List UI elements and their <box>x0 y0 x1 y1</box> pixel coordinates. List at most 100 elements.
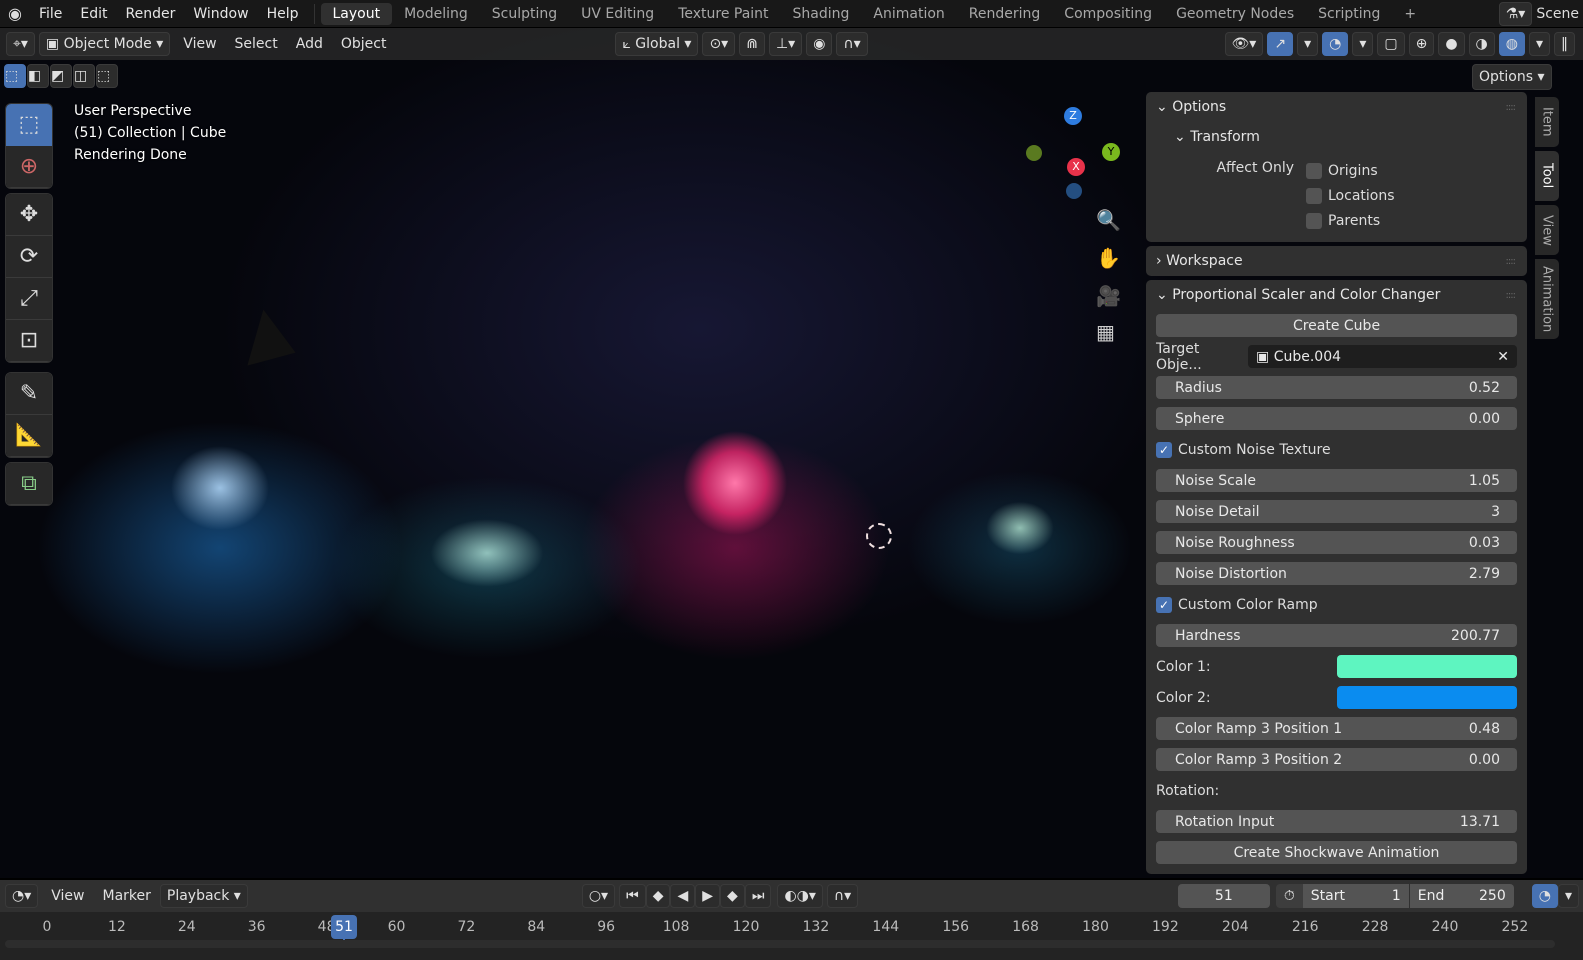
shading-wireframe-icon[interactable]: ⊕ <box>1408 32 1435 56</box>
select-subtract-icon[interactable]: ◩ <box>50 64 72 88</box>
overlay-dropdown[interactable]: ▾ <box>1352 32 1374 56</box>
noise-detail-field[interactable]: Noise Detail 3 <box>1156 500 1517 523</box>
move-icon[interactable]: ✥ <box>6 194 52 236</box>
jump-end-icon[interactable]: ⏭ <box>744 884 772 908</box>
navigation-gizmo[interactable]: Z Y X <box>1026 105 1125 200</box>
select-intersect-icon[interactable]: ⬚ <box>96 64 118 88</box>
noise-distortion-field[interactable]: Noise Distortion 2.79 <box>1156 562 1517 585</box>
tab-view[interactable]: View <box>1535 205 1559 255</box>
proportional-edit-icon[interactable]: ◉ <box>806 32 833 56</box>
tab-tool[interactable]: Tool <box>1535 151 1559 201</box>
noise-roughness-field[interactable]: Noise Roughness 0.03 <box>1156 531 1517 554</box>
tab-sculpting[interactable]: Sculpting <box>480 3 569 25</box>
sphere-field[interactable]: Sphere 0.00 <box>1156 407 1517 430</box>
snap-icon[interactable]: ⋒ <box>739 32 765 56</box>
select-extend-icon[interactable]: ◧ <box>27 64 49 88</box>
next-keyframe-icon[interactable]: ◆ <box>720 884 745 908</box>
timeline-ruler[interactable]: 0 12 24 36 48 60 72 84 96 108 120 132 144 156 168 180 19… <box>0 912 1583 960</box>
tab-modeling[interactable]: Modeling <box>392 3 480 25</box>
scene-name[interactable]: Scene <box>1536 6 1583 22</box>
clear-x-icon[interactable]: ✕ <box>1497 349 1509 365</box>
tab-texture-paint[interactable]: Texture Paint <box>666 3 780 25</box>
auto-keying-icon[interactable]: ○▾ <box>581 884 616 908</box>
noise-scale-field[interactable]: Noise Scale 1.05 <box>1156 469 1517 492</box>
pause-render-icon[interactable]: ‖ <box>1554 32 1575 56</box>
scene-selector-icon[interactable]: ⚗▾ <box>1498 1 1533 26</box>
select-new-icon[interactable]: ⬚ <box>4 64 26 88</box>
custom-noise-checkbox[interactable]: ✓ Custom Noise Texture <box>1146 434 1527 465</box>
tab-compositing[interactable]: Compositing <box>1052 3 1164 25</box>
visibility-icon[interactable]: 👁▾ <box>1224 32 1264 56</box>
tab-geometry-nodes[interactable]: Geometry Nodes <box>1164 3 1306 25</box>
tab-uv-editing[interactable]: UV Editing <box>569 3 666 25</box>
tab-animation[interactable]: Animation <box>861 3 956 25</box>
tab-shading[interactable]: Shading <box>781 3 862 25</box>
shading-solid-icon[interactable]: ● <box>1438 32 1465 56</box>
checkbox[interactable] <box>1306 162 1322 179</box>
create-cube-button[interactable]: Create Cube <box>1156 314 1517 337</box>
timeline-scrollbar[interactable] <box>5 940 1555 948</box>
gizmo-dropdown[interactable]: ▾ <box>1297 32 1319 56</box>
snapping-icon[interactable]: ∩▾ <box>826 884 859 908</box>
select-invert-icon[interactable]: ◫ <box>73 64 95 88</box>
origins-checkbox[interactable]: Origins <box>1306 158 1395 183</box>
menu-file[interactable]: File <box>30 6 71 22</box>
overlay-toggle-icon[interactable]: ◔ <box>1322 32 1349 56</box>
camera-view-icon[interactable]: 🎥 <box>1096 284 1121 308</box>
tab-layout[interactable]: Layout <box>320 2 393 25</box>
menu-add[interactable]: Add <box>287 36 332 52</box>
jump-start-icon[interactable]: ⏮ <box>619 884 646 908</box>
tab-scripting[interactable]: Scripting <box>1306 3 1392 25</box>
shading-dropdown[interactable]: ▾ <box>1528 32 1550 56</box>
cursor-icon[interactable]: ⊕ <box>6 146 52 188</box>
timeline-overlay-dropdown[interactable]: ▾ <box>1557 884 1579 908</box>
color1-swatch[interactable] <box>1337 655 1517 678</box>
menu-object[interactable]: Object <box>332 36 396 52</box>
axis-y[interactable]: Y <box>1102 143 1120 161</box>
rotation-input-field[interactable]: Rotation Input 13.71 <box>1156 810 1517 833</box>
blender-logo-icon[interactable]: ◉ <box>0 4 30 23</box>
transform-subheader[interactable]: ⌄ Transform <box>1146 122 1527 152</box>
axis-z[interactable]: Z <box>1064 107 1082 125</box>
timeline-menu-marker[interactable]: Marker <box>93 888 159 904</box>
play-reverse-icon[interactable]: ◀ <box>670 884 696 908</box>
axis-neg-y[interactable] <box>1026 145 1042 161</box>
scale-icon[interactable]: ⤢ <box>6 278 52 320</box>
snap-target-icon[interactable]: ⊥▾ <box>768 32 803 56</box>
menu-render[interactable]: Render <box>117 6 185 22</box>
drag-grip-icon[interactable]: :::: <box>1506 256 1517 267</box>
select-box-icon[interactable]: ⬚ <box>6 104 52 146</box>
shading-rendered-icon[interactable]: ◍ <box>1498 32 1525 56</box>
locations-checkbox[interactable]: Locations <box>1306 183 1395 208</box>
color2-swatch[interactable] <box>1337 686 1517 709</box>
playback-dropdown[interactable]: Playback ▾ <box>159 884 248 908</box>
pan-hand-icon[interactable]: ✋ <box>1096 246 1121 270</box>
tab-item[interactable]: Item <box>1535 97 1559 147</box>
axis-neg-z[interactable] <box>1066 183 1082 199</box>
editor-type-icon[interactable]: ⌖▾ <box>6 32 35 56</box>
transform-icon[interactable]: ⊡ <box>6 320 52 362</box>
end-frame-field[interactable]: End 250 <box>1409 884 1514 908</box>
add-cube-icon[interactable]: ⧉ <box>6 463 52 505</box>
rotate-icon[interactable]: ⟳ <box>6 236 52 278</box>
tab-animation-sidebar[interactable]: Animation <box>1535 259 1559 339</box>
checkmark-icon[interactable]: ✓ <box>1156 441 1172 458</box>
target-object-field[interactable]: ▣ Cube.004 ✕ <box>1248 345 1517 368</box>
stopwatch-icon[interactable]: ⏱ <box>1275 884 1303 908</box>
xray-icon[interactable]: ▢ <box>1377 32 1405 56</box>
addon-header[interactable]: ⌄ Proportional Scaler and Color Changer:… <box>1146 280 1527 310</box>
create-shockwave-button[interactable]: Create Shockwave Animation <box>1156 841 1517 864</box>
radius-field[interactable]: Radius 0.52 <box>1156 376 1517 399</box>
workspace-header[interactable]: › Workspace:::: <box>1146 246 1527 276</box>
menu-view[interactable]: View <box>174 36 225 52</box>
checkbox[interactable] <box>1306 187 1322 204</box>
checkmark-icon[interactable]: ✓ <box>1156 596 1172 613</box>
options-dropdown[interactable]: Options ▾ <box>1472 64 1552 90</box>
drag-grip-icon[interactable]: :::: <box>1506 290 1517 301</box>
add-workspace-button[interactable]: + <box>1392 3 1428 25</box>
checkbox[interactable] <box>1306 212 1322 229</box>
shading-material-icon[interactable]: ◑ <box>1468 32 1495 56</box>
mode-dropdown[interactable]: ▣ Object Mode ▾ <box>38 32 171 56</box>
start-frame-field[interactable]: Start 1 <box>1302 884 1409 908</box>
menu-window[interactable]: Window <box>184 6 257 22</box>
